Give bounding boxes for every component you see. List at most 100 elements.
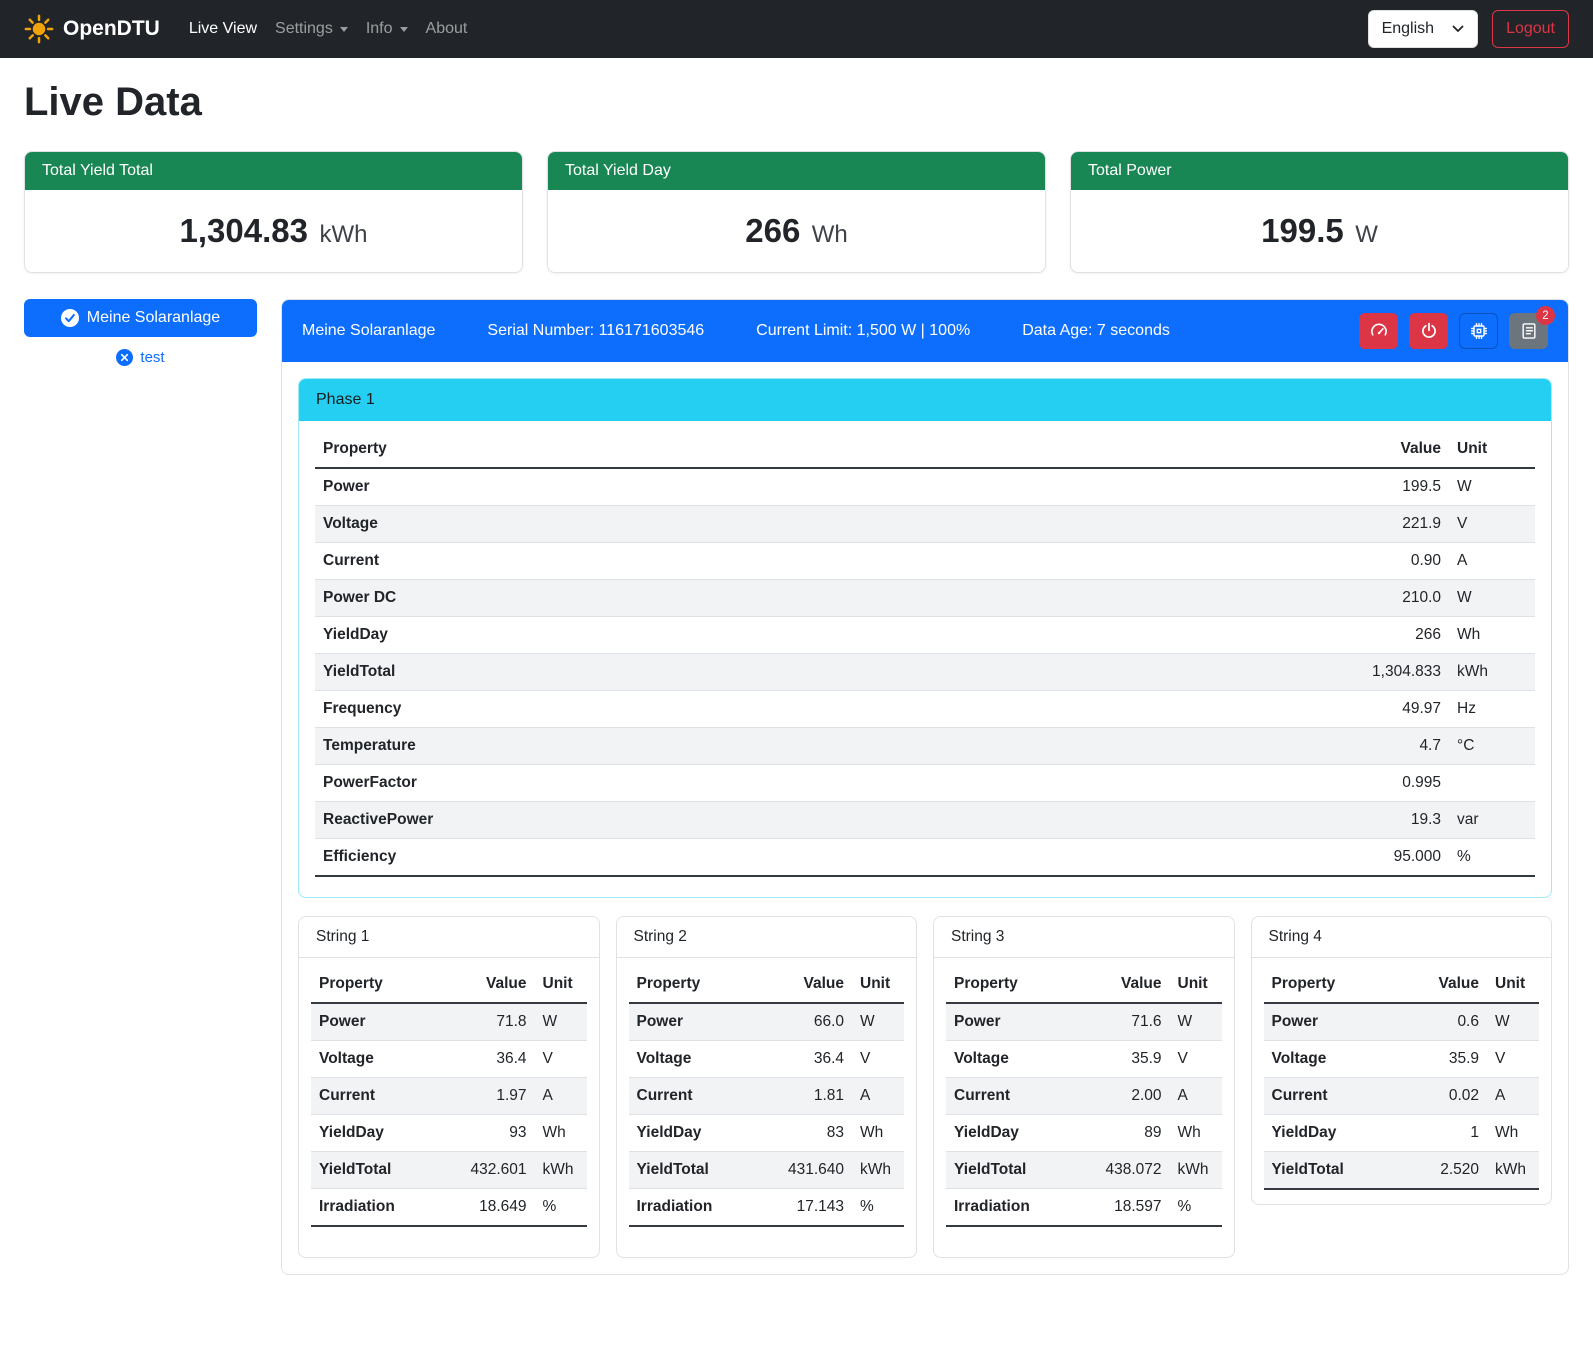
power-control-button[interactable]	[1409, 313, 1448, 349]
table-header-row: Property Value Unit	[1264, 966, 1540, 1003]
limit-settings-button[interactable]	[1359, 313, 1398, 349]
gauge-icon	[1369, 321, 1389, 341]
string-card-body: Property Value Unit Power	[299, 958, 599, 1257]
col-value: Value	[451, 966, 535, 1003]
string-row: Irradiation 17.143 %	[629, 1189, 905, 1227]
row-unit: Wh	[1487, 1115, 1539, 1152]
row-property: Frequency	[315, 691, 1319, 728]
brand[interactable]: OpenDTU	[24, 14, 160, 44]
row-unit: V	[1487, 1041, 1539, 1078]
row-unit: Hz	[1449, 691, 1535, 728]
row-property: Voltage	[1264, 1041, 1404, 1078]
string-row: Power 71.6 W	[946, 1003, 1222, 1041]
string-card-body: Property Value Unit Power	[617, 958, 917, 1257]
string-card-4: String 4 Property Value Unit	[1251, 916, 1553, 1205]
row-unit: A	[1170, 1078, 1222, 1115]
card-body: 266 Wh	[548, 190, 1045, 272]
string-row: Irradiation 18.597 %	[946, 1189, 1222, 1227]
string-row: YieldDay 1 Wh	[1264, 1115, 1540, 1152]
event-log-button[interactable]: 2	[1509, 313, 1548, 349]
row-value: 66.0	[768, 1003, 852, 1041]
string-row: Power 71.8 W	[311, 1003, 587, 1041]
string-row: YieldDay 93 Wh	[311, 1115, 587, 1152]
row-property: Current	[311, 1078, 451, 1115]
row-unit: W	[1449, 580, 1535, 617]
inverter-limit: Current Limit: 1,500 W | 100%	[756, 322, 970, 340]
row-unit: V	[1170, 1041, 1222, 1078]
string-row: Voltage 36.4 V	[311, 1041, 587, 1078]
card-value: 1,304.83	[180, 212, 308, 249]
phase-row: Current 0.90 A	[315, 543, 1535, 580]
string-card-body: Property Value Unit Power	[1252, 958, 1552, 1204]
row-value: 1.81	[768, 1078, 852, 1115]
row-value: 0.90	[1319, 543, 1449, 580]
row-property: Voltage	[315, 506, 1319, 543]
row-unit: V	[852, 1041, 904, 1078]
string-row: Power 0.6 W	[1264, 1003, 1540, 1041]
row-unit: A	[535, 1078, 587, 1115]
string-table: Property Value Unit Power	[311, 966, 587, 1227]
table-header-row: Property Value Unit	[946, 966, 1222, 1003]
row-property: Power	[315, 468, 1319, 506]
nav-info[interactable]: Info	[357, 12, 417, 46]
card-unit: W	[1355, 221, 1378, 248]
row-unit: W	[1449, 468, 1535, 506]
row-value: 0.02	[1403, 1078, 1487, 1115]
nav-about[interactable]: About	[417, 12, 477, 46]
cpu-icon	[1469, 321, 1489, 341]
row-property: Voltage	[311, 1041, 451, 1078]
row-value: 432.601	[451, 1152, 535, 1189]
card-value: 199.5	[1261, 212, 1344, 249]
row-value: 438.072	[1086, 1152, 1170, 1189]
row-property: YieldDay	[629, 1115, 769, 1152]
row-property: YieldDay	[315, 617, 1319, 654]
string-card-body: Property Value Unit Power	[934, 958, 1234, 1257]
row-property: YieldTotal	[946, 1152, 1086, 1189]
row-unit: Wh	[535, 1115, 587, 1152]
inverter-item-test[interactable]: test	[24, 349, 257, 366]
row-value: 0.6	[1403, 1003, 1487, 1041]
row-unit: W	[1487, 1003, 1539, 1041]
nav-live-view[interactable]: Live View	[180, 12, 266, 46]
phase-card-body: Property Value Unit Power	[299, 421, 1551, 897]
string-row: Current 1.81 A	[629, 1078, 905, 1115]
device-info-button[interactable]	[1459, 313, 1498, 349]
row-property: Current	[629, 1078, 769, 1115]
row-value: 0.995	[1319, 765, 1449, 802]
row-value: 18.649	[451, 1189, 535, 1227]
inverter-serial: Serial Number: 116171603546	[487, 322, 704, 340]
row-property: PowerFactor	[315, 765, 1319, 802]
string-card-2: String 2 Property Value Unit	[616, 916, 918, 1258]
row-property: Current	[1264, 1078, 1404, 1115]
chevron-down-icon	[400, 27, 408, 32]
row-property: Irradiation	[311, 1189, 451, 1227]
row-value: 17.143	[768, 1189, 852, 1227]
row-property: YieldDay	[311, 1115, 451, 1152]
row-unit: Wh	[1449, 617, 1535, 654]
row-value: 71.6	[1086, 1003, 1170, 1041]
nav-info-label: Info	[366, 20, 393, 38]
string-row: YieldTotal 2.520 kWh	[1264, 1152, 1540, 1190]
string-table: Property Value Unit Power	[946, 966, 1222, 1227]
string-row: YieldTotal 431.640 kWh	[629, 1152, 905, 1189]
phase-row: Temperature 4.7 °C	[315, 728, 1535, 765]
card-body: 1,304.83 kWh	[25, 190, 522, 272]
language-select[interactable]: English	[1368, 10, 1478, 48]
phase-row: Voltage 221.9 V	[315, 506, 1535, 543]
inverter-select-label: Meine Solaranlage	[87, 309, 220, 327]
table-header-row: Property Value Unit	[629, 966, 905, 1003]
inverter-select-button[interactable]: Meine Solaranlage	[24, 299, 257, 337]
sun-icon	[24, 14, 54, 44]
nav-settings[interactable]: Settings	[266, 12, 357, 46]
row-value: 221.9	[1319, 506, 1449, 543]
logout-button[interactable]: Logout	[1492, 10, 1569, 48]
inverter-actions: 2	[1359, 313, 1548, 349]
row-value: 95.000	[1319, 839, 1449, 877]
event-count-badge: 2	[1536, 306, 1555, 325]
string-row: YieldDay 89 Wh	[946, 1115, 1222, 1152]
row-value: 19.3	[1319, 802, 1449, 839]
row-property: Efficiency	[315, 839, 1319, 877]
string-row: YieldTotal 432.601 kWh	[311, 1152, 587, 1189]
row-unit: Wh	[852, 1115, 904, 1152]
row-unit: %	[1449, 839, 1535, 877]
